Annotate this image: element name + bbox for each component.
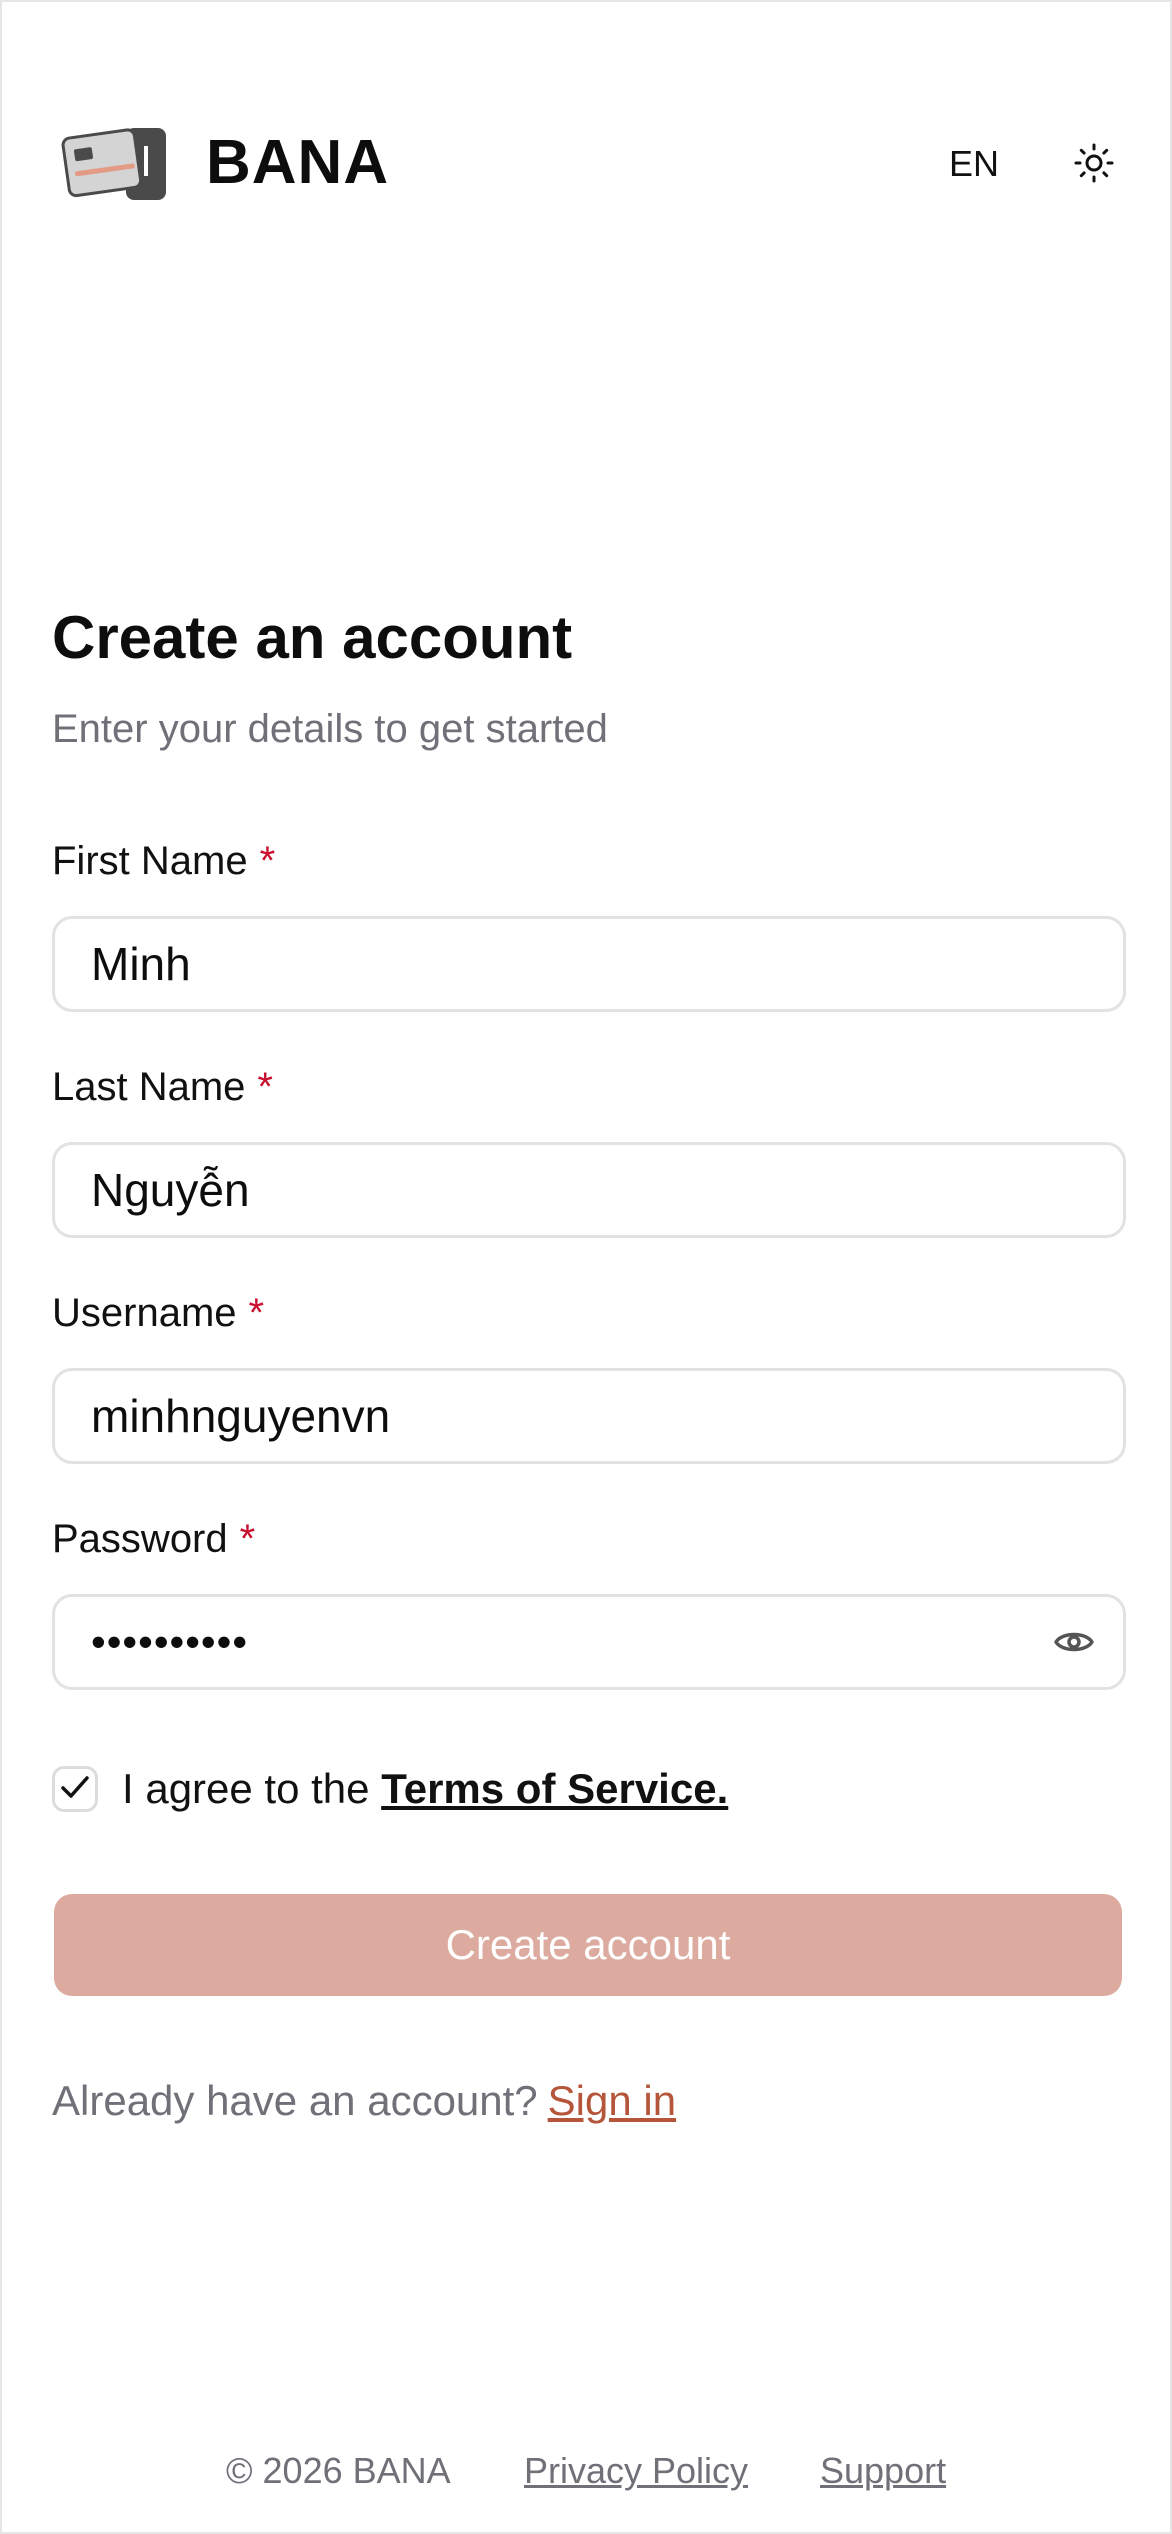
password-label-text: Password xyxy=(52,1517,228,1561)
first-name-value: Minh xyxy=(91,938,191,990)
last-name-label: Last Name * xyxy=(52,1062,273,1112)
sign-in-link[interactable]: Sign in xyxy=(548,2077,676,2124)
copyright: © 2026 BANA xyxy=(226,2450,451,2491)
eye-icon xyxy=(1052,1620,1096,1669)
username-label-text: Username xyxy=(52,1291,237,1335)
first-name-label-text: First Name xyxy=(52,839,248,883)
page-subtitle: Enter your details to get started xyxy=(52,707,608,751)
footer: © 2026 BANA Privacy Policy Support xyxy=(2,2446,1170,2496)
signup-page: BANA EN Create an account Enter your det… xyxy=(0,0,1172,2534)
header: BANA EN xyxy=(2,2,1170,332)
required-marker: * xyxy=(248,1291,265,1335)
terms-agreement-text: I agree to the xyxy=(122,1765,382,1812)
privacy-policy-link[interactable]: Privacy Policy xyxy=(524,2446,748,2496)
required-marker: * xyxy=(239,1517,256,1561)
page-title: Create an account xyxy=(52,604,573,671)
show-password-button[interactable] xyxy=(1047,1617,1101,1671)
signin-prompt-text: Already have an account? xyxy=(52,2077,538,2124)
username-value: minhnguyenvn xyxy=(91,1390,391,1442)
password-label: Password * xyxy=(52,1514,255,1564)
checkmark-icon xyxy=(58,1770,92,1809)
first-name-input[interactable]: Minh xyxy=(52,916,1126,1012)
required-marker: * xyxy=(259,839,276,883)
sun-icon xyxy=(1074,143,1114,186)
terms-checkbox[interactable] xyxy=(52,1766,98,1812)
last-name-label-text: Last Name xyxy=(52,1065,246,1109)
required-marker: * xyxy=(257,1065,273,1109)
first-name-label: First Name * xyxy=(52,836,275,886)
card-wallet-icon xyxy=(60,124,172,202)
last-name-input[interactable]: Nguyễn xyxy=(52,1142,1126,1238)
username-input[interactable]: minhnguyenvn xyxy=(52,1368,1126,1464)
username-label: Username * xyxy=(52,1288,264,1338)
brand-name: BANA xyxy=(206,128,390,197)
terms-agreement: I agree to the Terms of Service. xyxy=(122,1762,728,1816)
signin-prompt: Already have an account? Sign in xyxy=(52,2074,676,2128)
terms-of-service-link[interactable]: Terms of Service. xyxy=(381,1765,728,1812)
password-input[interactable]: •••••••••• xyxy=(52,1594,1126,1690)
create-account-button[interactable]: Create account xyxy=(54,1894,1122,1996)
language-selector[interactable]: EN xyxy=(932,134,1016,194)
last-name-value: Nguyễn xyxy=(91,1164,250,1216)
theme-toggle-button[interactable] xyxy=(1066,136,1122,192)
support-link[interactable]: Support xyxy=(820,2446,946,2496)
password-value: •••••••••• xyxy=(91,1618,249,1665)
